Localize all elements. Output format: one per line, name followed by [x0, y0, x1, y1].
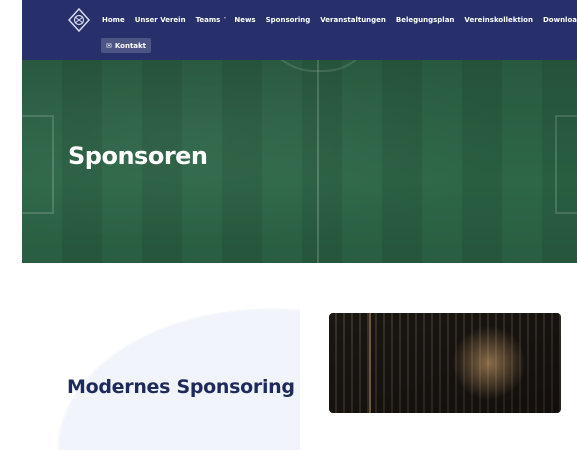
nav-item-vereinskollektion[interactable]: Vereinskollektion	[464, 16, 533, 24]
nav-item-news[interactable]: News	[234, 16, 255, 24]
nav-item-home[interactable]: Home	[102, 16, 125, 24]
main-nav: Home Unser Verein Teams ˅ News Sponsorin…	[102, 16, 577, 24]
image-light-strip	[369, 313, 371, 413]
club-crest-icon[interactable]	[67, 7, 91, 33]
section-heading: Modernes Sponsoring	[67, 376, 295, 398]
nav-item-veranstaltungen[interactable]: Veranstaltungen	[320, 16, 386, 24]
nav-item-download[interactable]: Download	[543, 16, 577, 24]
chevron-down-icon[interactable]: ˅	[223, 17, 226, 24]
navbar: Home Unser Verein Teams ˅ News Sponsorin…	[22, 0, 577, 60]
page-title: Sponsoren	[68, 142, 208, 170]
mail-icon: ✉	[105, 41, 112, 50]
decorative-shape	[0, 270, 300, 450]
hero-banner: Sponsoren	[22, 60, 577, 263]
nav-item-teams[interactable]: Teams	[196, 16, 221, 24]
nav-item-unser-verein[interactable]: Unser Verein	[135, 16, 186, 24]
sponsoring-image	[329, 313, 561, 413]
nav-item-sponsoring[interactable]: Sponsoring	[266, 16, 311, 24]
kontakt-button[interactable]: ✉ Kontakt	[101, 38, 151, 53]
nav-item-belegungsplan[interactable]: Belegungsplan	[396, 16, 455, 24]
kontakt-label: Kontakt	[114, 41, 147, 50]
image-glow	[449, 323, 529, 403]
